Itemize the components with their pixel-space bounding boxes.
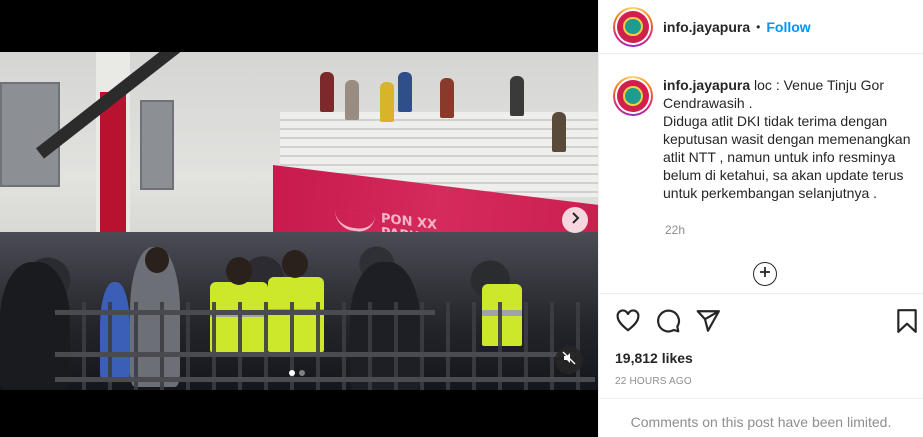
post-media[interactable]: PON XX PAPUA [0,0,598,437]
spectator [552,112,566,152]
comments-limited-notice: Comments on this post have been limited. [599,398,923,437]
event-logo-icon [335,210,375,234]
follow-button[interactable]: Follow [766,19,810,35]
carousel-dots [289,370,305,376]
post-side-panel: info.jayapura • Follow info.jayapura loc… [598,0,923,437]
plus-circle-icon [759,265,771,283]
avatar[interactable] [613,6,653,47]
caption-time: 22h [665,223,686,237]
heart-icon[interactable] [615,308,641,334]
post-timestamp: 22 HOURS AGO [615,376,692,387]
spectator [510,76,524,116]
bookmark-icon[interactable] [895,308,921,334]
caption-body: Diduga atlit DKI tidak terima dengan kep… [663,113,911,201]
mute-button[interactable] [555,346,583,374]
actions-bar [599,293,923,347]
caption-text-block: info.jayapura loc : Venue Tinju Gor Cend… [663,76,913,202]
header-separator: • [756,19,761,34]
chevron-right-icon [570,211,580,229]
like-count[interactable]: 19,812 likes [615,350,693,366]
caption-avatar[interactable] [613,76,653,116]
paper-plane-icon[interactable] [695,308,721,334]
arena-red-strip [100,92,126,242]
spectator [380,82,394,122]
person-head [282,250,308,278]
username-link[interactable]: info.jayapura [663,19,750,35]
person-head [226,257,252,285]
spectator [320,72,334,112]
caption-username-link[interactable]: info.jayapura [663,77,750,93]
spectator [440,78,454,118]
carousel-next-button[interactable] [562,207,588,233]
spectator [398,72,412,112]
post-caption: info.jayapura loc : Venue Tinju Gor Cend… [613,76,913,202]
barricade-rail [55,377,595,382]
speech-bubble-icon[interactable] [655,308,681,334]
arena-window [140,100,174,190]
barricade-rail [55,310,435,315]
barricade-rail [55,352,575,357]
carousel-dot [299,370,305,376]
load-more-comments-button[interactable] [753,262,777,286]
muted-speaker-icon [562,351,576,370]
carousel-dot-active [289,370,295,376]
person-head [145,247,169,273]
arena-window [0,82,60,187]
spectator [345,80,359,120]
post-header: info.jayapura • Follow [599,0,923,54]
video-frame[interactable]: PON XX PAPUA [0,52,598,390]
